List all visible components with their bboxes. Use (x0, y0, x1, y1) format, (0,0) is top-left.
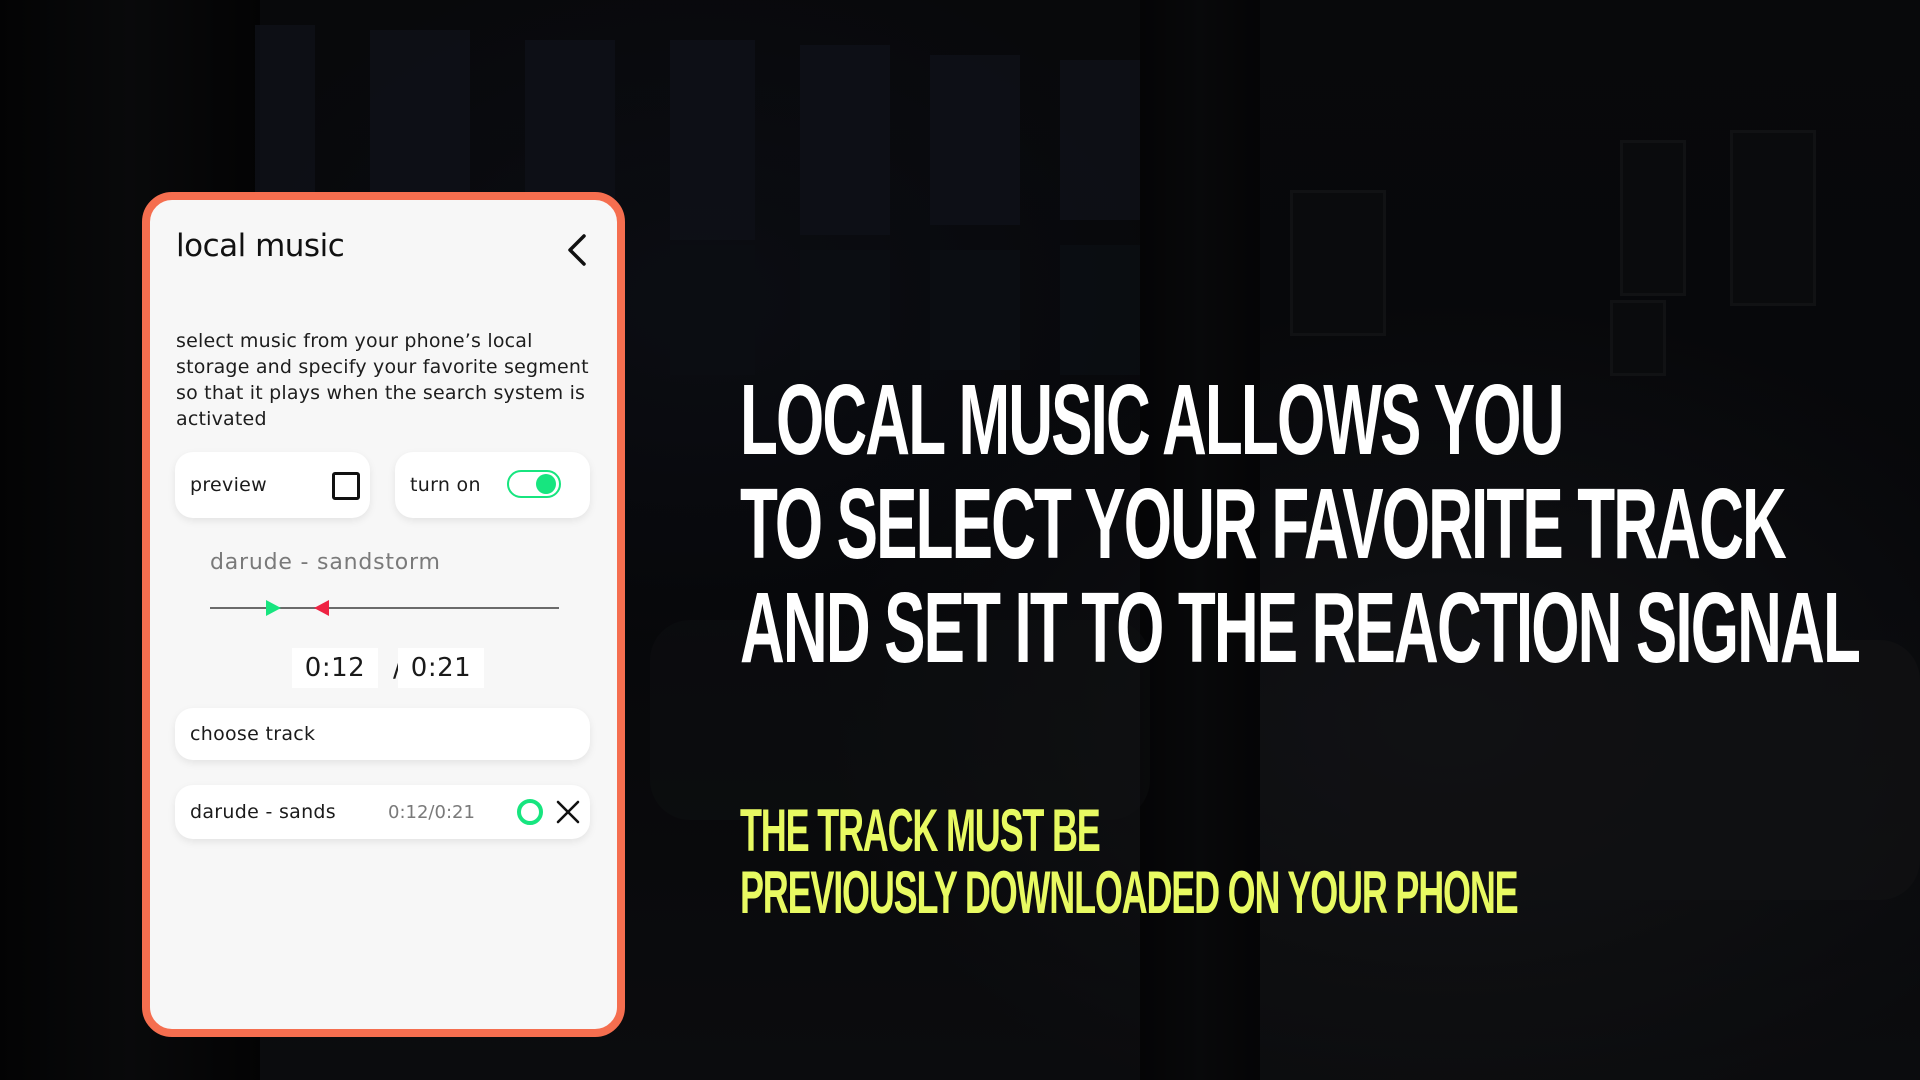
headline-line: AND SET IT TO THE REACTION SIGNAL (740, 572, 1861, 684)
slider-track (210, 607, 559, 609)
segment-end-time[interactable]: 0:21 (398, 648, 484, 688)
back-button[interactable] (562, 230, 592, 270)
choose-track-button[interactable]: choose track (175, 708, 590, 760)
remove-track-button[interactable] (555, 799, 581, 825)
segment-end-handle[interactable] (313, 600, 329, 616)
note-line: PREVIOUSLY DOWNLOADED ON YOUR PHONE (740, 859, 1519, 926)
headline-line: TO SELECT YOUR FAVORITE TRACK (740, 468, 1787, 580)
segment-start-handle[interactable] (265, 600, 281, 616)
screen-title: local music (176, 228, 345, 264)
segment-start-time[interactable]: 0:12 (292, 648, 378, 688)
screen-description: select music from your phone’s local sto… (176, 330, 589, 430)
preview-checkbox[interactable] (332, 472, 360, 500)
saved-track-row[interactable]: darude - sands 0:12/0:21 (175, 785, 590, 839)
segment-slider[interactable] (210, 598, 559, 618)
toggle-knob (536, 474, 556, 494)
headline: LOCAL MUSIC ALLOWS YOU TO SELECT YOUR FA… (740, 364, 1861, 684)
ring-icon[interactable] (517, 799, 543, 825)
saved-track-segment: 0:12/0:21 (388, 801, 475, 823)
headline-line: LOCAL MUSIC ALLOWS YOU (740, 364, 1564, 476)
turn-on-option[interactable]: turn on (395, 452, 590, 518)
preview-option[interactable]: preview (175, 452, 370, 518)
requirement-note: THE TRACK MUST BE PREVIOUSLY DOWNLOADED … (740, 797, 1519, 926)
choose-track-label: choose track (190, 723, 316, 745)
close-icon (556, 800, 580, 824)
chevron-left-icon (568, 234, 586, 266)
turn-on-label: turn on (410, 474, 481, 496)
note-line: THE TRACK MUST BE (740, 797, 1101, 864)
saved-track-name: darude - sands (190, 801, 336, 823)
phone-screen: local music select music from your phone… (142, 192, 625, 1037)
turn-on-toggle[interactable] (507, 470, 561, 498)
current-track-name: darude - sandstorm (210, 550, 441, 575)
preview-label: preview (190, 474, 267, 496)
